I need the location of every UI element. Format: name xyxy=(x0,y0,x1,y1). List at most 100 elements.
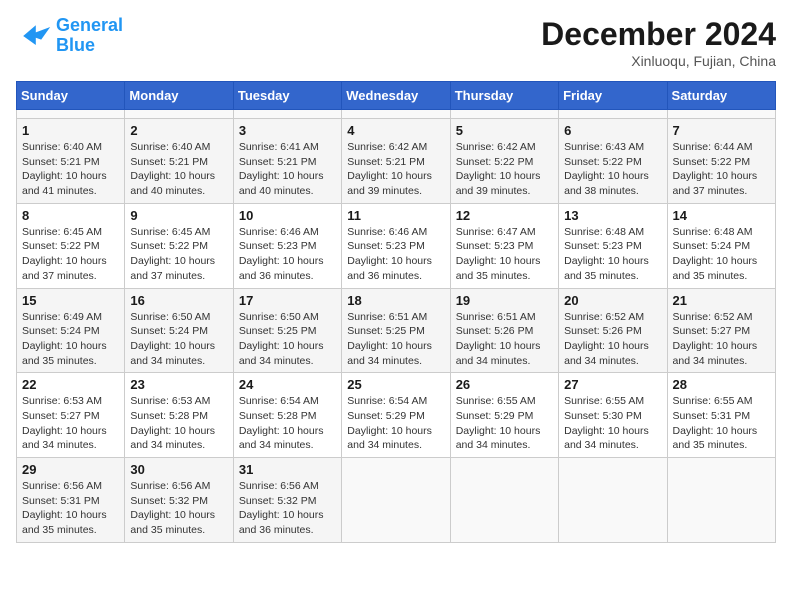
day-info: Sunrise: 6:47 AM Sunset: 5:23 PM Dayligh… xyxy=(456,225,553,284)
calendar-cell: 5 Sunrise: 6:42 AM Sunset: 5:22 PM Daylig… xyxy=(450,119,558,204)
calendar-cell: 25Sunrise: 6:54 AM Sunset: 5:29 PM Dayli… xyxy=(342,373,450,458)
logo-text: General Blue xyxy=(56,16,123,56)
day-number: 23 xyxy=(130,377,227,392)
day-info: Sunrise: 6:48 AM Sunset: 5:23 PM Dayligh… xyxy=(564,225,661,284)
day-info: Sunrise: 6:49 AM Sunset: 5:24 PM Dayligh… xyxy=(22,310,119,369)
day-info: Sunrise: 6:55 AM Sunset: 5:31 PM Dayligh… xyxy=(673,394,770,453)
calendar-cell: 18Sunrise: 6:51 AM Sunset: 5:25 PM Dayli… xyxy=(342,288,450,373)
calendar-cell xyxy=(559,458,667,543)
week-row-4: 22 Sunrise: 6:53 AM Sunset: 5:27 PM Dayli… xyxy=(17,373,776,458)
day-number: 14 xyxy=(673,208,770,223)
calendar-cell: 31 Sunrise: 6:56 AM Sunset: 5:32 PM Dayli… xyxy=(233,458,341,543)
day-number: 31 xyxy=(239,462,336,477)
day-info: Sunrise: 6:53 AM Sunset: 5:27 PM Dayligh… xyxy=(22,394,119,453)
day-number: 16 xyxy=(130,293,227,308)
day-number: 27 xyxy=(564,377,661,392)
day-info: Sunrise: 6:45 AM Sunset: 5:22 PM Dayligh… xyxy=(22,225,119,284)
day-info: Sunrise: 6:46 AM Sunset: 5:23 PM Dayligh… xyxy=(347,225,444,284)
day-number: 4 xyxy=(347,123,444,138)
calendar-cell xyxy=(559,110,667,119)
calendar-cell: 6Sunrise: 6:43 AM Sunset: 5:22 PM Daylig… xyxy=(559,119,667,204)
calendar-cell: 9 Sunrise: 6:45 AM Sunset: 5:22 PM Daylig… xyxy=(125,203,233,288)
day-info: Sunrise: 6:51 AM Sunset: 5:26 PM Dayligh… xyxy=(456,310,553,369)
week-row-0 xyxy=(17,110,776,119)
calendar-cell: 29 Sunrise: 6:56 AM Sunset: 5:31 PM Dayli… xyxy=(17,458,125,543)
location: Xinluoqu, Fujian, China xyxy=(541,53,776,69)
day-info: Sunrise: 6:50 AM Sunset: 5:25 PM Dayligh… xyxy=(239,310,336,369)
calendar-header-row: SundayMondayTuesdayWednesdayThursdayFrid… xyxy=(17,82,776,110)
day-info: Sunrise: 6:48 AM Sunset: 5:24 PM Dayligh… xyxy=(673,225,770,284)
day-info: Sunrise: 6:56 AM Sunset: 5:32 PM Dayligh… xyxy=(239,479,336,538)
day-number: 19 xyxy=(456,293,553,308)
week-row-3: 15 Sunrise: 6:49 AM Sunset: 5:24 PM Dayli… xyxy=(17,288,776,373)
header-sunday: Sunday xyxy=(17,82,125,110)
calendar-cell: 12 Sunrise: 6:47 AM Sunset: 5:23 PM Dayli… xyxy=(450,203,558,288)
header-friday: Friday xyxy=(559,82,667,110)
logo-line1: General xyxy=(56,15,123,35)
calendar-cell: 15 Sunrise: 6:49 AM Sunset: 5:24 PM Dayli… xyxy=(17,288,125,373)
calendar-cell: 22 Sunrise: 6:53 AM Sunset: 5:27 PM Dayli… xyxy=(17,373,125,458)
day-info: Sunrise: 6:56 AM Sunset: 5:32 PM Dayligh… xyxy=(130,479,227,538)
day-number: 2 xyxy=(130,123,227,138)
calendar-cell xyxy=(667,458,775,543)
day-info: Sunrise: 6:46 AM Sunset: 5:23 PM Dayligh… xyxy=(239,225,336,284)
day-number: 26 xyxy=(456,377,553,392)
day-info: Sunrise: 6:40 AM Sunset: 5:21 PM Dayligh… xyxy=(22,140,119,199)
day-info: Sunrise: 6:52 AM Sunset: 5:26 PM Dayligh… xyxy=(564,310,661,369)
calendar-cell xyxy=(342,458,450,543)
day-number: 29 xyxy=(22,462,119,477)
week-row-2: 8 Sunrise: 6:45 AM Sunset: 5:22 PM Daylig… xyxy=(17,203,776,288)
day-number: 20 xyxy=(564,293,661,308)
day-info: Sunrise: 6:56 AM Sunset: 5:31 PM Dayligh… xyxy=(22,479,119,538)
day-number: 9 xyxy=(130,208,227,223)
day-info: Sunrise: 6:44 AM Sunset: 5:22 PM Dayligh… xyxy=(673,140,770,199)
day-info: Sunrise: 6:55 AM Sunset: 5:30 PM Dayligh… xyxy=(564,394,661,453)
day-number: 7 xyxy=(673,123,770,138)
calendar-cell: 26 Sunrise: 6:55 AM Sunset: 5:29 PM Dayli… xyxy=(450,373,558,458)
day-number: 8 xyxy=(22,208,119,223)
day-info: Sunrise: 6:42 AM Sunset: 5:22 PM Dayligh… xyxy=(456,140,553,199)
day-number: 13 xyxy=(564,208,661,223)
calendar-cell: 14 Sunrise: 6:48 AM Sunset: 5:24 PM Dayli… xyxy=(667,203,775,288)
header-saturday: Saturday xyxy=(667,82,775,110)
day-info: Sunrise: 6:42 AM Sunset: 5:21 PM Dayligh… xyxy=(347,140,444,199)
calendar-cell: 19 Sunrise: 6:51 AM Sunset: 5:26 PM Dayli… xyxy=(450,288,558,373)
calendar-cell: 23 Sunrise: 6:53 AM Sunset: 5:28 PM Dayli… xyxy=(125,373,233,458)
day-info: Sunrise: 6:55 AM Sunset: 5:29 PM Dayligh… xyxy=(456,394,553,453)
day-number: 17 xyxy=(239,293,336,308)
day-number: 10 xyxy=(239,208,336,223)
week-row-1: 1 Sunrise: 6:40 AM Sunset: 5:21 PM Daylig… xyxy=(17,119,776,204)
calendar-cell xyxy=(125,110,233,119)
calendar-cell xyxy=(233,110,341,119)
header-tuesday: Tuesday xyxy=(233,82,341,110)
day-info: Sunrise: 6:54 AM Sunset: 5:28 PM Dayligh… xyxy=(239,394,336,453)
day-info: Sunrise: 6:50 AM Sunset: 5:24 PM Dayligh… xyxy=(130,310,227,369)
logo-line2: Blue xyxy=(56,35,95,55)
calendar-cell: 21Sunrise: 6:52 AM Sunset: 5:27 PM Dayli… xyxy=(667,288,775,373)
calendar-cell: 24 Sunrise: 6:54 AM Sunset: 5:28 PM Dayli… xyxy=(233,373,341,458)
day-number: 5 xyxy=(456,123,553,138)
calendar-cell: 8 Sunrise: 6:45 AM Sunset: 5:22 PM Daylig… xyxy=(17,203,125,288)
day-number: 24 xyxy=(239,377,336,392)
week-row-5: 29 Sunrise: 6:56 AM Sunset: 5:31 PM Dayli… xyxy=(17,458,776,543)
day-number: 15 xyxy=(22,293,119,308)
day-info: Sunrise: 6:53 AM Sunset: 5:28 PM Dayligh… xyxy=(130,394,227,453)
day-info: Sunrise: 6:51 AM Sunset: 5:25 PM Dayligh… xyxy=(347,310,444,369)
day-number: 22 xyxy=(22,377,119,392)
header-thursday: Thursday xyxy=(450,82,558,110)
calendar-cell: 20 Sunrise: 6:52 AM Sunset: 5:26 PM Dayli… xyxy=(559,288,667,373)
day-number: 6 xyxy=(564,123,661,138)
calendar-cell xyxy=(667,110,775,119)
day-number: 25 xyxy=(347,377,444,392)
day-number: 30 xyxy=(130,462,227,477)
title-block: December 2024 Xinluoqu, Fujian, China xyxy=(541,16,776,69)
day-number: 12 xyxy=(456,208,553,223)
calendar-cell: 16 Sunrise: 6:50 AM Sunset: 5:24 PM Dayli… xyxy=(125,288,233,373)
calendar-cell: 1 Sunrise: 6:40 AM Sunset: 5:21 PM Daylig… xyxy=(17,119,125,204)
logo: General Blue xyxy=(16,16,123,56)
calendar-cell xyxy=(342,110,450,119)
day-number: 3 xyxy=(239,123,336,138)
day-number: 1 xyxy=(22,123,119,138)
day-info: Sunrise: 6:45 AM Sunset: 5:22 PM Dayligh… xyxy=(130,225,227,284)
day-info: Sunrise: 6:41 AM Sunset: 5:21 PM Dayligh… xyxy=(239,140,336,199)
